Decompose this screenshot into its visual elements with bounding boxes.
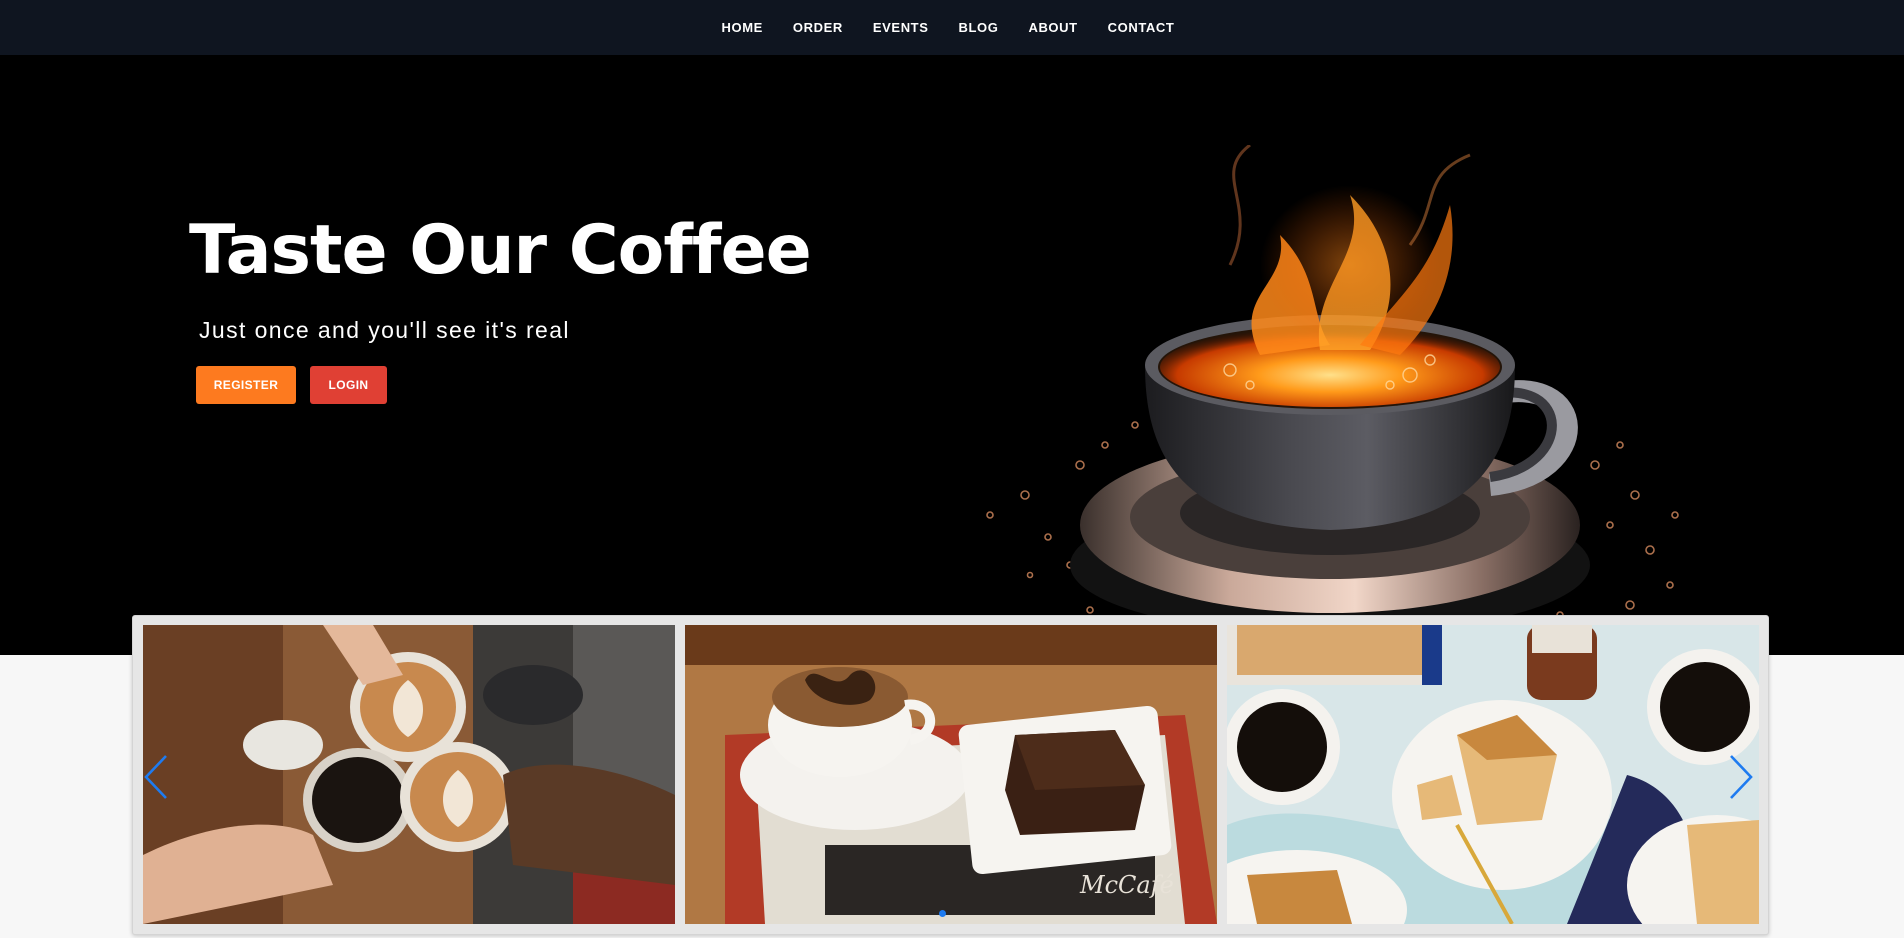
carousel-dot-active[interactable] — [939, 910, 946, 917]
crumb-cake-image — [1227, 625, 1759, 924]
chevron-right-icon — [1730, 755, 1753, 799]
hero-title: Taste Our Coffee — [189, 211, 812, 290]
carousel-next-button[interactable] — [1725, 752, 1755, 802]
register-button[interactable]: REGISTER — [196, 366, 296, 404]
carousel-slide-crumb-cake[interactable] — [1227, 625, 1759, 924]
nav-link-blog[interactable]: BLOG — [944, 20, 1014, 35]
carousel-pagination — [125, 910, 1760, 917]
carousel-slide-latte-cheers[interactable] — [143, 625, 675, 924]
top-navbar: HOME ORDER EVENTS BLOG ABOUT CONTACT — [0, 0, 1904, 55]
nav-link-contact[interactable]: CONTACT — [1093, 20, 1190, 35]
hero-section: Taste Our Coffee Just once and you'll se… — [0, 55, 1904, 655]
hero-subtitle: Just once and you'll see it's real — [199, 317, 570, 343]
nav-link-about[interactable]: ABOUT — [1013, 20, 1092, 35]
carousel-slide-cappuccino-cake[interactable]: McCafé — [685, 625, 1217, 924]
carousel-prev-button[interactable] — [142, 752, 172, 802]
login-button[interactable]: LOGIN — [310, 366, 387, 404]
chevron-left-icon — [144, 755, 167, 799]
svg-text:McCafé: McCafé — [1079, 871, 1174, 899]
cappuccino-cake-image: McCafé — [685, 625, 1217, 924]
nav-link-order[interactable]: ORDER — [778, 20, 858, 35]
nav-link-events[interactable]: EVENTS — [858, 20, 944, 35]
latte-cheers-image — [143, 625, 675, 924]
nav-link-home[interactable]: HOME — [707, 20, 778, 35]
gallery-carousel: McCafé — [132, 615, 1769, 935]
flaming-coffee-cup-image — [986, 145, 1679, 635]
nav-list: HOME ORDER EVENTS BLOG ABOUT CONTACT — [707, 19, 1190, 37]
